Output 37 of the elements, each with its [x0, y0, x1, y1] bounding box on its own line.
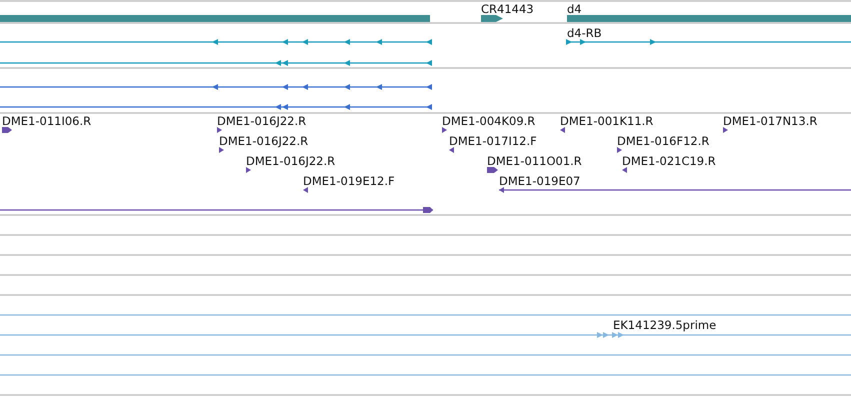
transcript-drawing[interactable] — [0, 39, 432, 45]
est-marker[interactable] — [487, 167, 498, 173]
transcript-drawing[interactable] — [0, 60, 432, 66]
est-marker[interactable] — [219, 147, 224, 153]
est-label: DME1-016J22.R — [217, 114, 306, 128]
est-label: DME1-017I12.F — [449, 134, 537, 148]
est-label: DME1-011I06.R — [2, 114, 92, 128]
est-marker[interactable] — [617, 147, 622, 153]
est-label: DME1-011O01.R — [487, 154, 582, 168]
cdna-label: EK141239.5prime — [613, 318, 716, 332]
est-marker[interactable] — [2, 127, 12, 133]
est-label: DME1-001K11.R — [560, 114, 654, 128]
est-label: DME1-019E07 — [499, 174, 580, 188]
est-marker[interactable] — [303, 187, 308, 193]
est-label: DME1-016J22.R — [246, 154, 336, 168]
est-marker[interactable] — [622, 167, 627, 173]
est-label: DME1-016J22.R — [219, 134, 308, 148]
transcript-drawing[interactable] — [0, 84, 432, 90]
transcript-label: d4-RB — [567, 26, 602, 40]
transcript-drawing[interactable] — [566, 39, 851, 45]
est-marker[interactable] — [217, 127, 222, 133]
est-marker[interactable] — [449, 147, 454, 153]
est-marker[interactable] — [560, 127, 565, 133]
est-label: DME1-019E12.F — [303, 174, 395, 188]
est-marker[interactable] — [442, 127, 447, 133]
gene-label: d4 — [567, 2, 582, 16]
est-alignment-drawing[interactable] — [499, 187, 851, 193]
est-label: DME1-004K09.R — [442, 114, 536, 128]
gene-arrow[interactable] — [481, 15, 503, 22]
est-alignment-drawing[interactable] — [0, 207, 433, 213]
gene-label: CR41443 — [481, 2, 534, 16]
est-label: DME1-017N13.R — [723, 114, 818, 128]
est-label: DME1-021C19.R — [622, 154, 716, 168]
est-marker[interactable] — [246, 167, 251, 173]
transcript-drawing[interactable] — [0, 104, 432, 110]
est-marker[interactable] — [723, 127, 728, 133]
est-label: DME1-016F12.R — [617, 134, 710, 148]
